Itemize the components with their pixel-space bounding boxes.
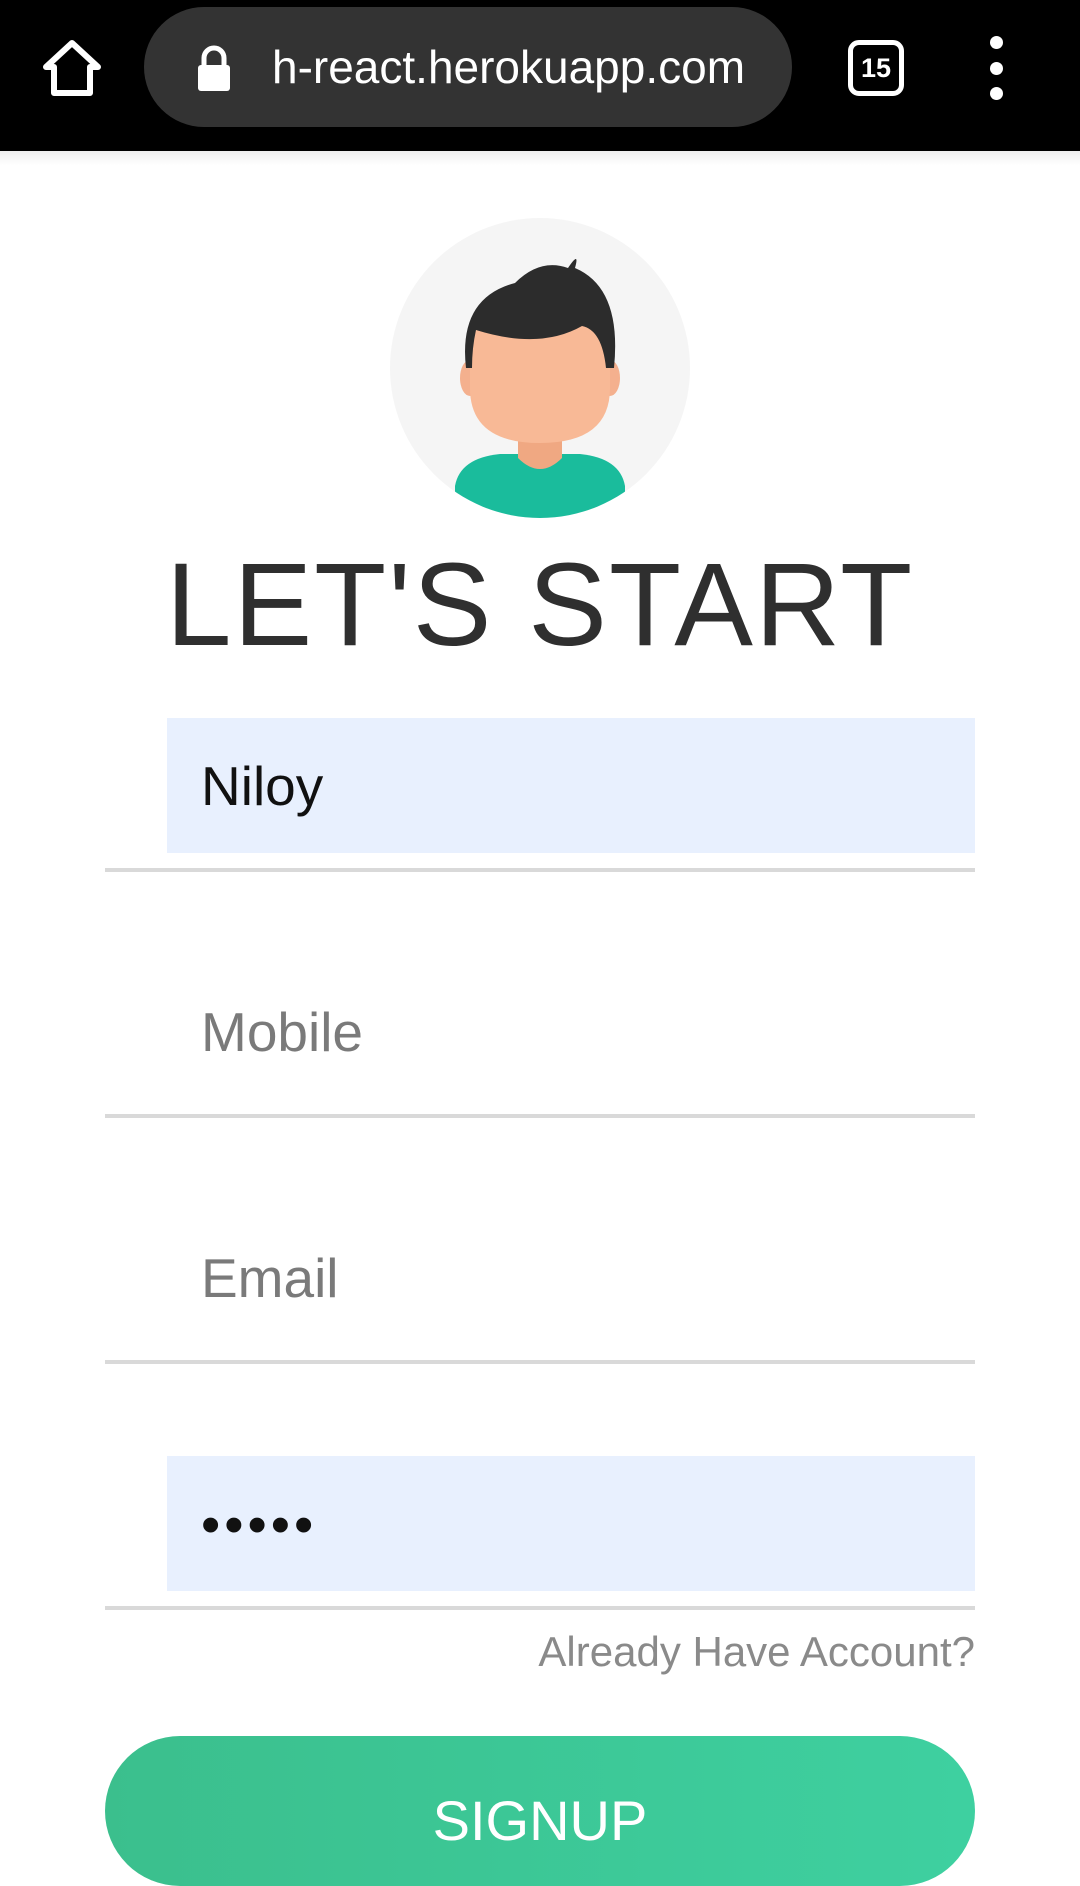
tab-switcher-button[interactable]: 15 (848, 40, 904, 96)
user-avatar-icon (455, 259, 625, 518)
browser-toolbar: h-react.herokuapp.com 15 (0, 0, 1080, 151)
already-have-account-link[interactable]: Already Have Account? (538, 1628, 975, 1676)
password-underline (105, 1606, 975, 1610)
url-text: h-react.herokuapp.com (272, 41, 746, 93)
email-input[interactable] (167, 1210, 975, 1345)
mobile-underline (105, 1114, 975, 1118)
home-icon (43, 40, 101, 96)
mobile-field-group (105, 964, 975, 1122)
name-underline (105, 868, 975, 872)
browser-menu-button[interactable] (976, 36, 1016, 100)
kebab-menu-icon (989, 36, 1003, 49)
toolbar-shadow (0, 151, 1080, 165)
name-input[interactable] (167, 718, 975, 853)
password-field-group (105, 1456, 975, 1614)
address-bar[interactable]: h-react.herokuapp.com (144, 7, 792, 127)
kebab-menu-dot (989, 87, 1003, 100)
name-field-group (105, 718, 975, 876)
kebab-menu-dot (989, 61, 1003, 75)
password-input[interactable] (167, 1456, 975, 1591)
lock-icon (198, 45, 230, 91)
email-field-group (105, 1210, 975, 1368)
avatar (390, 218, 690, 518)
signup-button[interactable]: SIGNUP (105, 1736, 975, 1886)
home-button[interactable] (34, 30, 110, 106)
mobile-input[interactable] (167, 964, 975, 1099)
tab-count: 15 (860, 52, 892, 83)
page-title: LET'S START (165, 539, 915, 671)
email-underline (105, 1360, 975, 1364)
